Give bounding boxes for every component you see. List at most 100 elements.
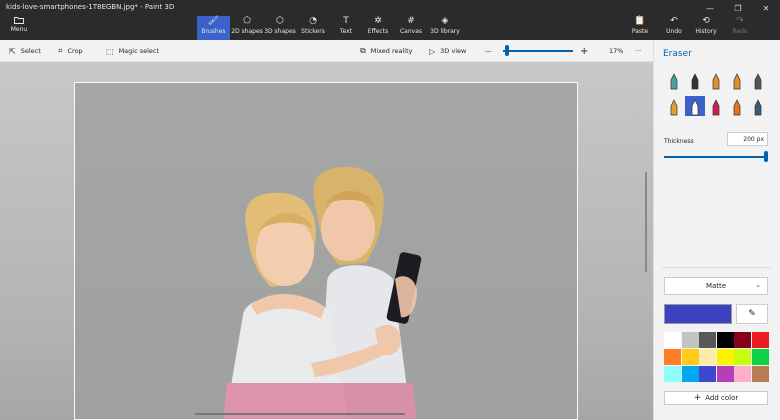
zoom-slider-track[interactable]	[503, 50, 573, 52]
palette-swatch[interactable]	[699, 349, 716, 365]
document-canvas[interactable]	[74, 82, 578, 420]
paste-label: Paste	[631, 28, 649, 35]
watercolor-brush-icon	[733, 73, 741, 90]
palette-swatch[interactable]	[681, 366, 699, 382]
palette-swatch[interactable]	[716, 366, 734, 382]
magic-select-label: Magic select	[118, 47, 160, 55]
spray-can-icon	[733, 99, 741, 116]
palette-swatch[interactable]	[664, 366, 681, 382]
brush-option[interactable]	[727, 70, 747, 90]
undo-button[interactable]: ↶ Undo	[663, 16, 685, 40]
tab-3d-shapes[interactable]: ⬡ 3D shapes	[264, 16, 296, 40]
sticker-icon: ◔	[309, 16, 317, 26]
panel-divider	[662, 267, 772, 268]
palette-swatch[interactable]	[664, 332, 681, 348]
tab-effects[interactable]: ✲ Effects	[366, 16, 390, 40]
tab-3d-shapes-label: 3D shapes	[264, 28, 296, 35]
select-label: Select	[20, 47, 41, 55]
zoom-slider-thumb[interactable]	[504, 45, 509, 56]
paste-button[interactable]: 📋 Paste	[629, 16, 651, 40]
thickness-slider-track[interactable]	[664, 156, 768, 158]
panel-title: Eraser	[663, 49, 692, 59]
canvas-icon: #	[407, 16, 415, 26]
tab-text[interactable]: T Text	[336, 16, 356, 40]
command-bar: ⇱ Select ⌗ Crop ⬚ Magic select ⧉ Mixed r…	[0, 40, 653, 62]
zoom-in-button[interactable]: +	[580, 40, 588, 62]
palette-swatch[interactable]	[699, 366, 716, 382]
brush-option[interactable]	[685, 96, 705, 116]
brush-option[interactable]	[748, 70, 768, 90]
brush-option[interactable]	[664, 96, 684, 116]
palette-swatch[interactable]	[664, 349, 681, 365]
folder-icon	[14, 17, 24, 24]
horizontal-scrollbar[interactable]	[195, 413, 405, 415]
brush-side-panel: Eraser Thickness Matte ⌄ ✎ + Add color	[653, 40, 780, 420]
plus-icon: +	[693, 393, 702, 403]
palette-swatch[interactable]	[716, 349, 734, 365]
tab-canvas[interactable]: # Canvas	[399, 16, 423, 40]
3d-view-label: 3D view	[440, 47, 467, 55]
crop-label: Crop	[67, 47, 83, 55]
palette-swatch[interactable]	[751, 332, 769, 348]
3d-library-icon: ◈	[441, 16, 449, 26]
clipboard-icon: 📋	[634, 16, 646, 26]
palette-swatch[interactable]	[681, 332, 699, 348]
brush-option[interactable]	[664, 70, 684, 90]
minimize-button[interactable]: —	[696, 0, 724, 16]
marker-brush-icon	[670, 73, 678, 90]
eraser-icon	[691, 99, 699, 116]
crayon-icon	[712, 99, 720, 116]
3d-view-button[interactable]: ▷ 3D view	[429, 40, 466, 62]
vertical-scrollbar[interactable]	[645, 172, 647, 272]
palette-swatch[interactable]	[681, 349, 699, 365]
thickness-input[interactable]	[727, 132, 768, 146]
tab-3d-library-label: 3D library	[430, 28, 460, 35]
brush-option[interactable]	[706, 96, 726, 116]
magic-select-icon: ⬚	[106, 46, 114, 56]
finish-value: Matte	[705, 282, 727, 290]
tab-2d-shapes[interactable]: ⬠ 2D shapes	[231, 16, 263, 40]
tab-2d-shapes-label: 2D shapes	[231, 28, 263, 35]
tab-stickers[interactable]: ◔ Stickers	[300, 16, 326, 40]
finish-dropdown[interactable]: Matte ⌄	[664, 277, 768, 295]
tab-3d-library[interactable]: ◈ 3D library	[430, 16, 460, 40]
close-button[interactable]: ✕	[752, 0, 780, 16]
menu-button[interactable]: Menu	[4, 16, 34, 38]
redo-button[interactable]: ↷ Redo	[729, 16, 751, 40]
more-options-button[interactable]: ···	[635, 40, 641, 62]
window-controls: — ❐ ✕	[696, 0, 780, 16]
select-button[interactable]: ⇱ Select	[9, 40, 41, 62]
maximize-button[interactable]: ❐	[724, 0, 752, 16]
tab-canvas-label: Canvas	[399, 28, 423, 35]
window-title: kids-love-smartphones-1T8EGBN.jpg* - Pai…	[6, 3, 175, 11]
add-color-label: Add color	[705, 394, 739, 402]
brush-option[interactable]	[706, 70, 726, 90]
canvas-workspace[interactable]	[0, 62, 653, 420]
mixed-reality-button[interactable]: ⧉ Mixed reality	[360, 40, 413, 62]
palette-swatch[interactable]	[716, 332, 734, 348]
palette-swatch[interactable]	[699, 332, 716, 348]
palette-swatch[interactable]	[734, 332, 751, 348]
tab-brushes[interactable]: 🖌 Brushes	[197, 16, 230, 40]
palette-swatch[interactable]	[751, 349, 769, 365]
magic-select-button[interactable]: ⬚ Magic select	[106, 40, 159, 62]
thickness-slider-thumb[interactable]	[764, 151, 768, 162]
brush-option[interactable]	[685, 70, 705, 90]
palette-swatch[interactable]	[734, 366, 751, 382]
brush-option[interactable]	[748, 96, 768, 116]
chevron-down-icon: ⌄	[755, 281, 761, 289]
palette-swatch[interactable]	[734, 349, 751, 365]
zoom-out-button[interactable]: —	[485, 40, 492, 62]
eyedropper-button[interactable]: ✎	[736, 304, 768, 324]
history-label: History	[695, 28, 717, 35]
history-button[interactable]: ⟲ History	[694, 16, 718, 40]
palette-swatch[interactable]	[751, 366, 769, 382]
fill-bucket-icon	[754, 99, 762, 116]
calligraphy-pen-icon	[691, 73, 699, 90]
mixed-reality-icon: ⧉	[360, 46, 366, 55]
thickness-label: Thickness	[664, 138, 694, 145]
current-color-swatch[interactable]	[664, 304, 732, 324]
crop-button[interactable]: ⌗ Crop	[58, 40, 83, 62]
brush-option[interactable]	[727, 96, 747, 116]
add-color-button[interactable]: + Add color	[664, 391, 768, 405]
